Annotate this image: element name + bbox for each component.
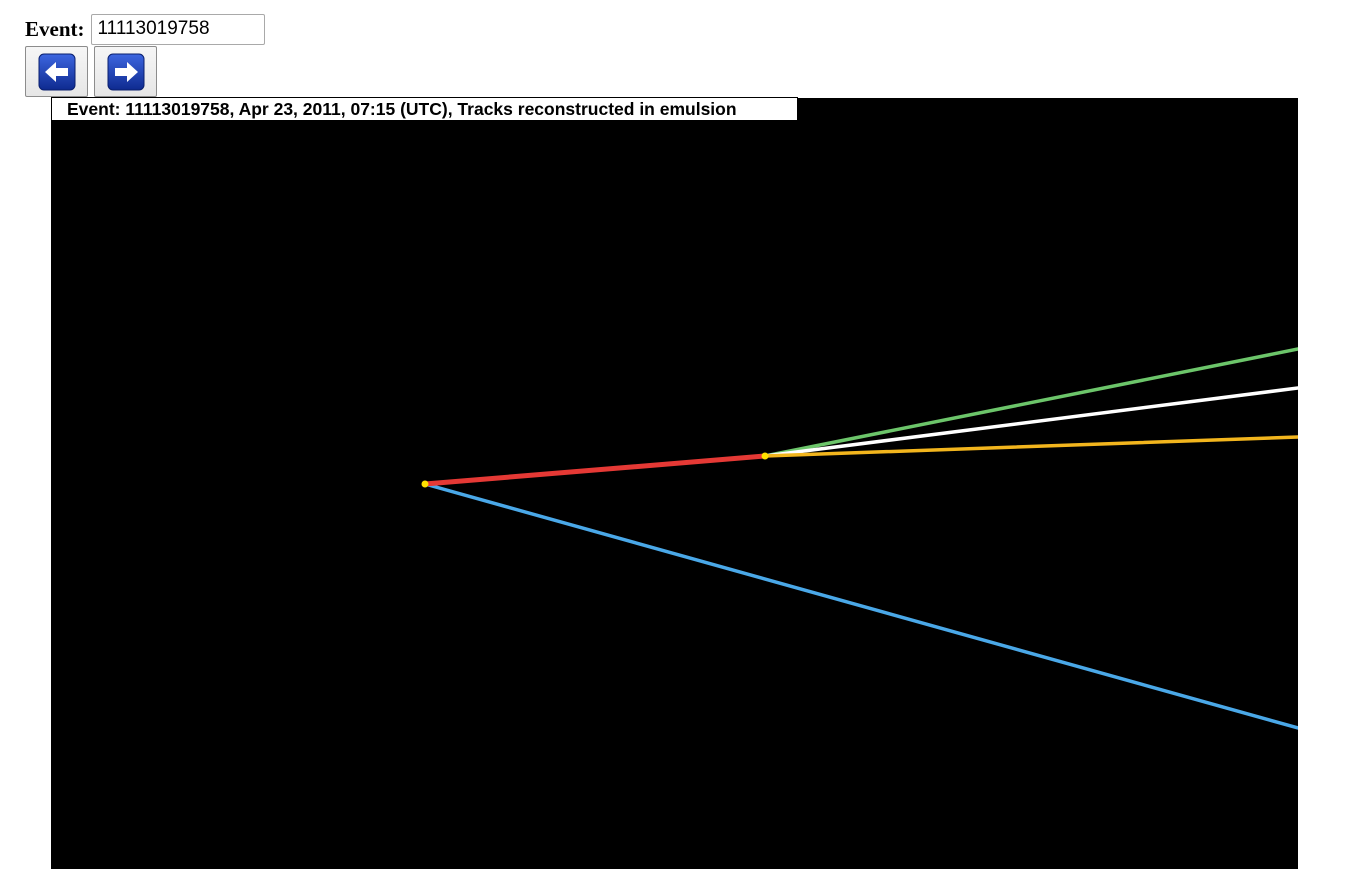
event-number-input[interactable] (90, 13, 265, 45)
track-primary-red (422, 453, 768, 487)
secondary-vertex (761, 452, 769, 460)
left-arrow-icon (38, 53, 76, 91)
next-event-button[interactable] (94, 46, 157, 97)
event-caption: Event: 11113019758, Apr 23, 2011, 07:15 … (51, 97, 798, 121)
event-navigation (25, 46, 157, 97)
track-display (421, 347, 1298, 730)
event-selector: Event: (25, 13, 265, 45)
right-arrow-icon (107, 53, 145, 91)
event-display-canvas[interactable] (51, 98, 1298, 869)
event-label: Event: (25, 16, 85, 41)
primary-vertex (421, 480, 429, 488)
previous-event-button[interactable] (25, 46, 88, 97)
track-blue (423, 482, 1298, 730)
